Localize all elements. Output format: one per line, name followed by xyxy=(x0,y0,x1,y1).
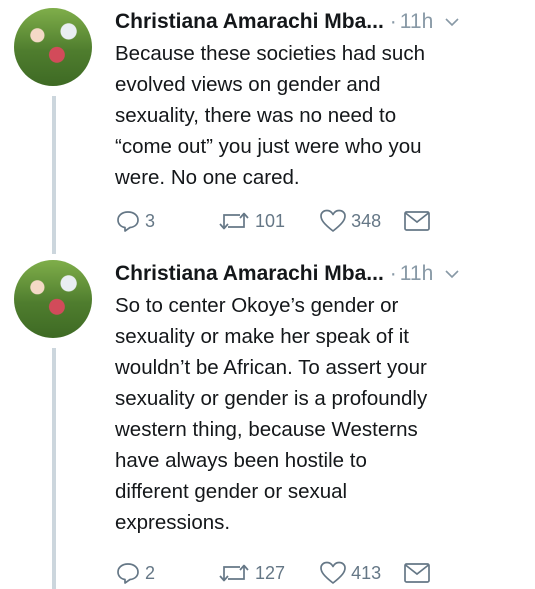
tweet[interactable]: Christiana Amarachi Mba... · 11h Because… xyxy=(0,0,535,254)
reply-icon xyxy=(117,563,139,584)
retweet-icon xyxy=(219,212,249,230)
author-name[interactable]: Christiana Amarachi Mba... xyxy=(115,10,384,34)
heart-icon xyxy=(320,209,346,232)
tweet-header: Christiana Amarachi Mba... · 11h xyxy=(115,8,523,36)
like-button[interactable]: 348 xyxy=(319,208,381,234)
timestamp[interactable]: 11h xyxy=(400,262,433,286)
reply-icon xyxy=(117,211,139,232)
avatar[interactable] xyxy=(14,8,92,86)
tweet-text: So to center Okoye’s gender or sexuality… xyxy=(115,294,428,534)
tweet[interactable]: Christiana Amarachi Mba... · 11h So to c… xyxy=(0,250,535,589)
like-count: 413 xyxy=(351,562,382,583)
dm-button[interactable] xyxy=(403,209,431,233)
reply-count: 2 xyxy=(145,562,156,583)
envelope-icon xyxy=(404,211,430,231)
chevron-down-icon[interactable] xyxy=(443,265,461,283)
envelope-icon xyxy=(404,563,430,583)
reply-button[interactable]: 3 xyxy=(115,208,155,234)
retweet-count: 101 xyxy=(255,210,286,231)
thread-line xyxy=(52,96,56,254)
retweet-count: 127 xyxy=(255,562,286,583)
author-name[interactable]: Christiana Amarachi Mba... xyxy=(115,262,384,286)
separator-dot: · xyxy=(389,262,397,285)
dm-button[interactable] xyxy=(403,561,431,585)
reply-count: 3 xyxy=(145,210,156,231)
reply-button[interactable]: 2 xyxy=(115,560,155,586)
avatar[interactable] xyxy=(14,260,92,338)
tweet-actions: 3 101 348 xyxy=(115,208,431,234)
separator-dot: · xyxy=(389,10,397,33)
heart-icon xyxy=(320,561,346,584)
like-count: 348 xyxy=(351,210,382,231)
retweet-icon xyxy=(219,564,249,582)
retweet-button[interactable]: 127 xyxy=(217,560,285,586)
timestamp[interactable]: 11h xyxy=(400,10,433,34)
tweet-header: Christiana Amarachi Mba... · 11h xyxy=(115,260,523,288)
like-button[interactable]: 413 xyxy=(319,560,381,586)
retweet-button[interactable]: 101 xyxy=(217,208,285,234)
chevron-down-icon[interactable] xyxy=(443,13,461,31)
tweet-actions: 2 127 413 xyxy=(115,560,431,586)
tweet-text: Because these societies had such evolved… xyxy=(115,42,425,189)
thread-line xyxy=(52,348,56,589)
